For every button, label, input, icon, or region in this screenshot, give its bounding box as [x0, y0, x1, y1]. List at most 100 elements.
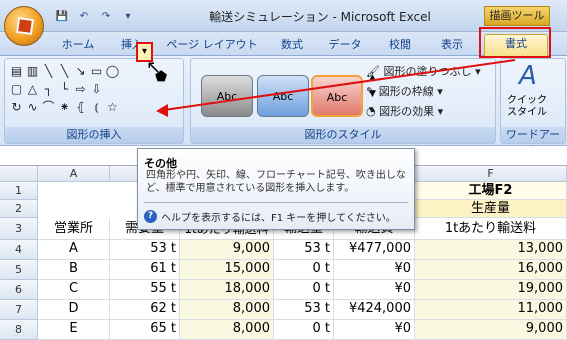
cell-a3[interactable]: 営業所	[38, 218, 110, 240]
star-icon[interactable]: ☆	[105, 99, 120, 116]
row-header-5[interactable]: 5	[0, 260, 38, 280]
cell-a8[interactable]: E	[38, 320, 110, 340]
redo-icon[interactable]: ↷	[98, 10, 114, 24]
oval-icon[interactable]: ◯	[105, 63, 120, 80]
cell-b8[interactable]: 65 t	[110, 320, 180, 340]
cell-f1[interactable]: 工場F2	[415, 182, 567, 200]
ribbon: ▤ ▥ ╲ ╲ ↘ ▭ ◯ ▢ △ ┐ └ ⇨ ⇩ ↻ ∿ ⌒ ⁕ ⦃ ⦅ ☆ …	[0, 56, 567, 157]
select-all-corner[interactable]	[0, 166, 38, 182]
help-icon: ?	[144, 210, 157, 223]
cell-a6[interactable]: C	[38, 280, 110, 300]
style-gray[interactable]: Abc	[201, 75, 253, 117]
cell-f7[interactable]: 11,000	[415, 300, 567, 320]
tab-home[interactable]: ホーム	[56, 36, 100, 54]
cell-f2[interactable]: 生産量	[415, 200, 567, 218]
quick-access-toolbar: 💾 ↶ ↷ ▾	[54, 8, 136, 26]
tab-formulas[interactable]: 数式	[272, 36, 312, 54]
office-button[interactable]	[4, 6, 44, 46]
office-logo-icon	[15, 16, 35, 36]
line2-icon[interactable]: ╲	[57, 63, 72, 80]
elbow2-icon[interactable]: └	[57, 81, 72, 98]
elbow-icon[interactable]: ┐	[41, 81, 56, 98]
cell-e4[interactable]: ¥477,000	[334, 240, 415, 260]
customize-qat-icon[interactable]: ▾	[120, 10, 136, 24]
insert-shapes-label: 図形の挿入	[5, 127, 183, 143]
textbox-icon[interactable]: ▤	[9, 63, 24, 80]
row-header-2[interactable]: 2	[0, 200, 38, 218]
bracket-icon[interactable]: ⦃	[73, 99, 88, 116]
line-icon[interactable]: ╲	[41, 63, 56, 80]
column-header-a[interactable]: A	[38, 166, 110, 182]
cell-f3[interactable]: 1tあたり輸送料	[415, 218, 567, 240]
shape-fill-button[interactable]: 🖌 図形の塗りつぶし ▾	[366, 64, 481, 80]
brace-icon[interactable]: ⦅	[89, 99, 104, 116]
tab-page-layout[interactable]: ページ レイアウト	[164, 36, 260, 54]
cell-e6[interactable]: ¥0	[334, 280, 415, 300]
cell-d7[interactable]: 53 t	[274, 300, 334, 320]
cell-b4[interactable]: 53 t	[110, 240, 180, 260]
down-arrow-icon[interactable]: ⇩	[89, 81, 104, 98]
arrow-line-icon[interactable]: ↘	[73, 63, 88, 80]
cell-a7[interactable]: D	[38, 300, 110, 320]
cell-c8[interactable]: 8,000	[180, 320, 274, 340]
shapes-gallery: ▤ ▥ ╲ ╲ ↘ ▭ ◯ ▢ △ ┐ └ ⇨ ⇩ ↻ ∿ ⌒ ⁕ ⦃ ⦅ ☆	[9, 63, 129, 116]
row-header-4[interactable]: 4	[0, 240, 38, 260]
tab-view[interactable]: 表示	[432, 36, 472, 54]
cell-f6[interactable]: 19,000	[415, 280, 567, 300]
wordart-icon[interactable]: A	[519, 61, 537, 91]
spacer-icon	[121, 63, 136, 80]
cell-e8[interactable]: ¥0	[334, 320, 415, 340]
shape-fill-label: 図形の塗りつぶし	[383, 65, 472, 78]
cell-b5[interactable]: 61 t	[110, 260, 180, 280]
scribble-icon[interactable]: ⁕	[57, 99, 72, 116]
row-header-3[interactable]: 3	[0, 218, 38, 240]
cell-f5[interactable]: 16,000	[415, 260, 567, 280]
cell-d6[interactable]: 0 t	[274, 280, 334, 300]
row-header-1[interactable]: 1	[0, 182, 38, 200]
cell-d4[interactable]: 53 t	[274, 240, 334, 260]
curve-icon[interactable]: ↻	[9, 99, 24, 116]
cell-c6[interactable]: 18,000	[180, 280, 274, 300]
cell-e7[interactable]: ¥424,000	[334, 300, 415, 320]
rectangle-icon[interactable]: ▭	[89, 63, 104, 80]
triangle-icon[interactable]: △	[25, 81, 40, 98]
spacer2-icon	[105, 81, 120, 98]
undo-icon[interactable]: ↶	[76, 10, 92, 24]
wordart-group: A クイック スタイル ワードアート	[500, 58, 566, 157]
tab-data[interactable]: データ	[322, 36, 368, 54]
format-tab-highlight	[479, 27, 551, 58]
style-red-selected[interactable]: Abc	[311, 75, 363, 117]
freeform-icon[interactable]: ∿	[25, 99, 40, 116]
row-header-8[interactable]: 8	[0, 320, 38, 340]
mouse-pointer-icon: ↖	[146, 57, 162, 78]
cell-b7[interactable]: 62 t	[110, 300, 180, 320]
row-header-7[interactable]: 7	[0, 300, 38, 320]
cell-e5[interactable]: ¥0	[334, 260, 415, 280]
vertical-textbox-icon[interactable]: ▥	[25, 63, 40, 80]
cell-f8[interactable]: 9,000	[415, 320, 567, 340]
cell-a4[interactable]: A	[38, 240, 110, 260]
cell-b6[interactable]: 55 t	[110, 280, 180, 300]
cell-c4[interactable]: 9,000	[180, 240, 274, 260]
style-blue[interactable]: Abc	[257, 75, 309, 117]
tab-review[interactable]: 校閲	[380, 36, 420, 54]
cell-d8[interactable]: 0 t	[274, 320, 334, 340]
context-tab-drawing-tools: 描画ツール	[484, 6, 550, 26]
quick-style-button[interactable]: クイック スタイル	[507, 95, 547, 119]
curve2-icon[interactable]: ⌒	[41, 99, 56, 116]
right-arrow-icon[interactable]: ⇨	[73, 81, 88, 98]
shape-outline-button[interactable]: ✎ 図形の枠線 ▾	[366, 84, 443, 100]
cell-c7[interactable]: 8,000	[180, 300, 274, 320]
shape-effects-button[interactable]: ◔ 図形の効果 ▾	[366, 104, 443, 120]
cell-f4[interactable]: 13,000	[415, 240, 567, 260]
tooltip-help: ? ヘルプを表示するには、F1 キーを押してください。	[144, 209, 396, 224]
tooltip-body: 四角形や円、矢印、線、フローチャート記号、吹き出しなど、標準で用意されている図形…	[146, 170, 406, 194]
cell-c5[interactable]: 15,000	[180, 260, 274, 280]
cell-d5[interactable]: 0 t	[274, 260, 334, 280]
row-header-6[interactable]: 6	[0, 280, 38, 300]
column-header-f[interactable]: F	[415, 166, 567, 182]
cell-a5[interactable]: B	[38, 260, 110, 280]
save-icon[interactable]: 💾	[54, 10, 70, 24]
tooltip-help-text: ヘルプを表示するには、F1 キーを押してください。	[161, 213, 396, 224]
rounded-rect-icon[interactable]: ▢	[9, 81, 24, 98]
